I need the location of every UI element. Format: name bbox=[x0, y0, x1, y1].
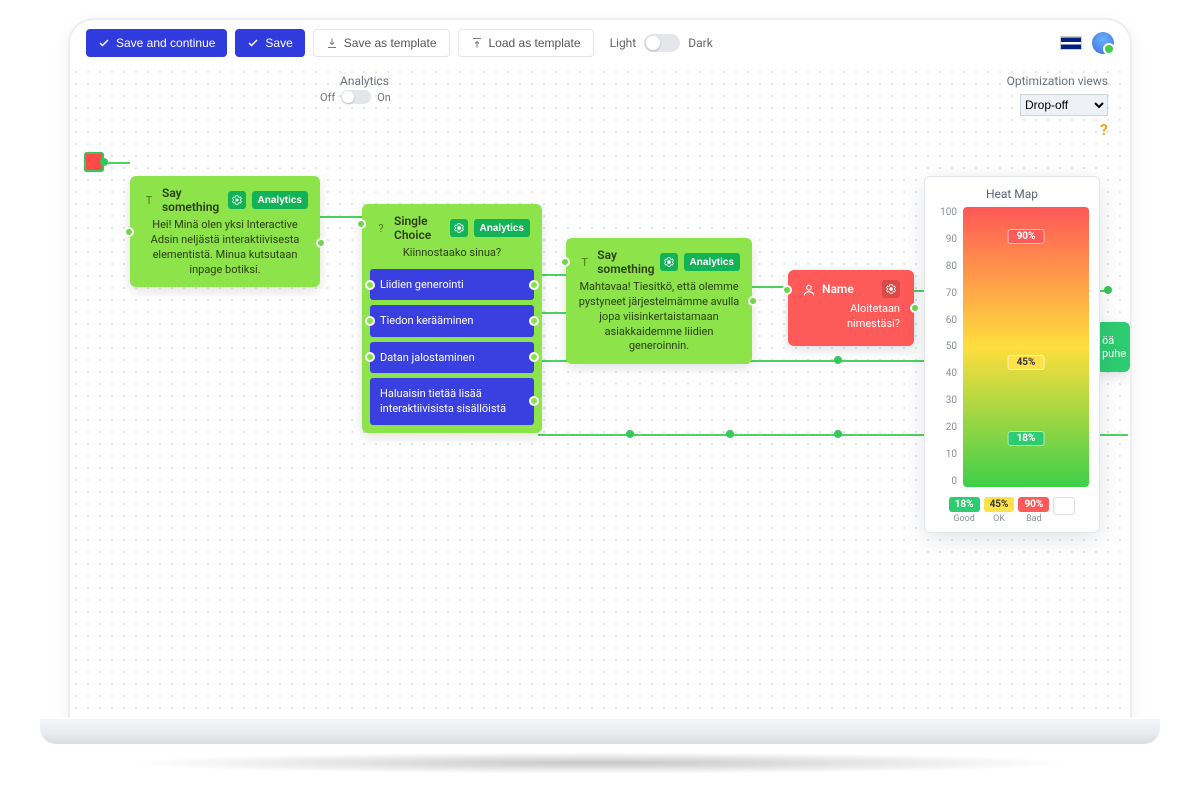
heat-map-panel: Heat Map 1009080 706050 403020 100 90% 4… bbox=[924, 176, 1100, 533]
legend-ok-label: OK bbox=[993, 514, 1005, 524]
analytics-off-label: Off bbox=[320, 91, 335, 104]
heat-map-axis: 1009080 706050 403020 100 bbox=[935, 207, 957, 487]
choice-list: Liidien generointi Tiedon kerääminen Dat… bbox=[368, 267, 536, 427]
check-icon bbox=[98, 37, 110, 49]
node-settings-button[interactable] bbox=[882, 280, 900, 298]
gear-icon bbox=[663, 256, 675, 268]
load-as-template-label: Load as template bbox=[489, 36, 581, 50]
choice-option[interactable]: Datan jalostaminen bbox=[370, 342, 534, 373]
laptop-screen: Save and continue Save Save as template … bbox=[70, 20, 1130, 720]
node-single-choice[interactable]: ? Single Choice Analytics Kiinnostaako s… bbox=[362, 204, 542, 433]
help-icon[interactable]: ? bbox=[1100, 120, 1108, 139]
person-icon bbox=[802, 282, 816, 296]
analytics-toggle[interactable]: Off On bbox=[320, 90, 391, 104]
node-partial-right[interactable]: öä puhe bbox=[1096, 322, 1130, 372]
legend-bad-label: Bad bbox=[1026, 514, 1042, 524]
upload-icon bbox=[471, 37, 483, 49]
node-settings-button[interactable] bbox=[228, 191, 246, 209]
save-and-continue-button[interactable]: Save and continue bbox=[86, 29, 227, 57]
check-icon bbox=[247, 37, 259, 49]
theme-toggle[interactable] bbox=[644, 34, 680, 52]
legend-good-label: Good bbox=[953, 514, 974, 524]
flow-canvas[interactable]: Analytics Off On Optimization views Drop… bbox=[70, 66, 1130, 720]
heat-map-title: Heat Map bbox=[935, 187, 1089, 201]
legend-bad-value: 90% bbox=[1018, 497, 1049, 512]
node-say-2[interactable]: T Say something Analytics Mahtavaa! Ties… bbox=[566, 238, 752, 364]
save-label: Save bbox=[265, 36, 292, 50]
save-button[interactable]: Save bbox=[235, 29, 304, 57]
choice-option[interactable]: Liidien generointi bbox=[370, 269, 534, 300]
legend-good-value: 18% bbox=[949, 497, 980, 512]
text-icon: T bbox=[578, 255, 591, 269]
text-icon: T bbox=[142, 193, 156, 207]
language-flag-icon[interactable] bbox=[1060, 36, 1082, 50]
node-choice-prompt: Kiinnostaako sinua? bbox=[368, 246, 536, 267]
theme-toggle-group: Light Dark bbox=[610, 34, 713, 52]
analytics-on-label: On bbox=[377, 91, 391, 104]
gear-icon bbox=[231, 194, 243, 206]
node-say-1[interactable]: T Say something Analytics Hei! Minä olen… bbox=[130, 176, 320, 287]
legend-guide-icon[interactable] bbox=[1053, 497, 1075, 515]
gear-icon bbox=[453, 222, 465, 234]
avatar[interactable] bbox=[1092, 32, 1114, 54]
node-settings-button[interactable] bbox=[660, 253, 677, 271]
node-choice-title: Single Choice bbox=[394, 214, 444, 242]
question-icon: ? bbox=[374, 221, 388, 235]
laptop-shadow bbox=[120, 752, 1080, 774]
choice-option[interactable]: Tiedon kerääminen bbox=[370, 305, 534, 336]
node-name-body: Aloitetaan nimestäsi? bbox=[796, 302, 906, 336]
analytics-section-label: Analytics bbox=[340, 74, 389, 88]
node-say-1-title: Say something bbox=[162, 186, 222, 214]
flow-start-node[interactable] bbox=[84, 152, 104, 172]
optimization-view-select[interactable]: Drop-off bbox=[1020, 94, 1108, 116]
save-as-template-button[interactable]: Save as template bbox=[313, 29, 450, 57]
node-say-2-body: Mahtavaa! Tiesitkö, että olemme pystynee… bbox=[572, 280, 746, 358]
node-name-title: Name bbox=[822, 282, 876, 296]
node-say-1-body: Hei! Minä olen yksi Interactive Adsin ne… bbox=[136, 218, 314, 281]
theme-light-label: Light bbox=[610, 36, 637, 50]
download-icon bbox=[326, 37, 338, 49]
node-analytics-button[interactable]: Analytics bbox=[684, 253, 740, 271]
node-name[interactable]: Name Aloitetaan nimestäsi? bbox=[788, 270, 914, 346]
node-settings-button[interactable] bbox=[450, 219, 468, 237]
heat-pill-bad: 90% bbox=[1008, 229, 1045, 244]
theme-dark-label: Dark bbox=[688, 36, 713, 50]
heat-pill-ok: 45% bbox=[1008, 355, 1045, 370]
heat-map-gradient: 90% 45% 18% bbox=[963, 207, 1089, 487]
node-analytics-button[interactable]: Analytics bbox=[252, 191, 308, 209]
node-analytics-button[interactable]: Analytics bbox=[474, 219, 530, 237]
heat-pill-good: 18% bbox=[1008, 431, 1045, 446]
top-toolbar: Save and continue Save Save as template … bbox=[70, 20, 1130, 66]
heat-map-legend: 18% Good 45% OK 90% Bad bbox=[935, 497, 1089, 524]
node-say-2-title: Say something bbox=[597, 248, 654, 276]
node-partial-text: öä puhe bbox=[1102, 334, 1126, 360]
load-as-template-button[interactable]: Load as template bbox=[458, 29, 594, 57]
laptop-base bbox=[40, 718, 1160, 744]
optimization-views-label: Optimization views bbox=[1007, 74, 1108, 88]
save-and-continue-label: Save and continue bbox=[116, 36, 215, 50]
choice-option[interactable]: Haluaisin tietää lisää interaktiivisista… bbox=[370, 378, 534, 425]
save-as-template-label: Save as template bbox=[344, 36, 437, 50]
gear-icon bbox=[885, 283, 897, 295]
legend-ok-value: 45% bbox=[984, 497, 1015, 512]
